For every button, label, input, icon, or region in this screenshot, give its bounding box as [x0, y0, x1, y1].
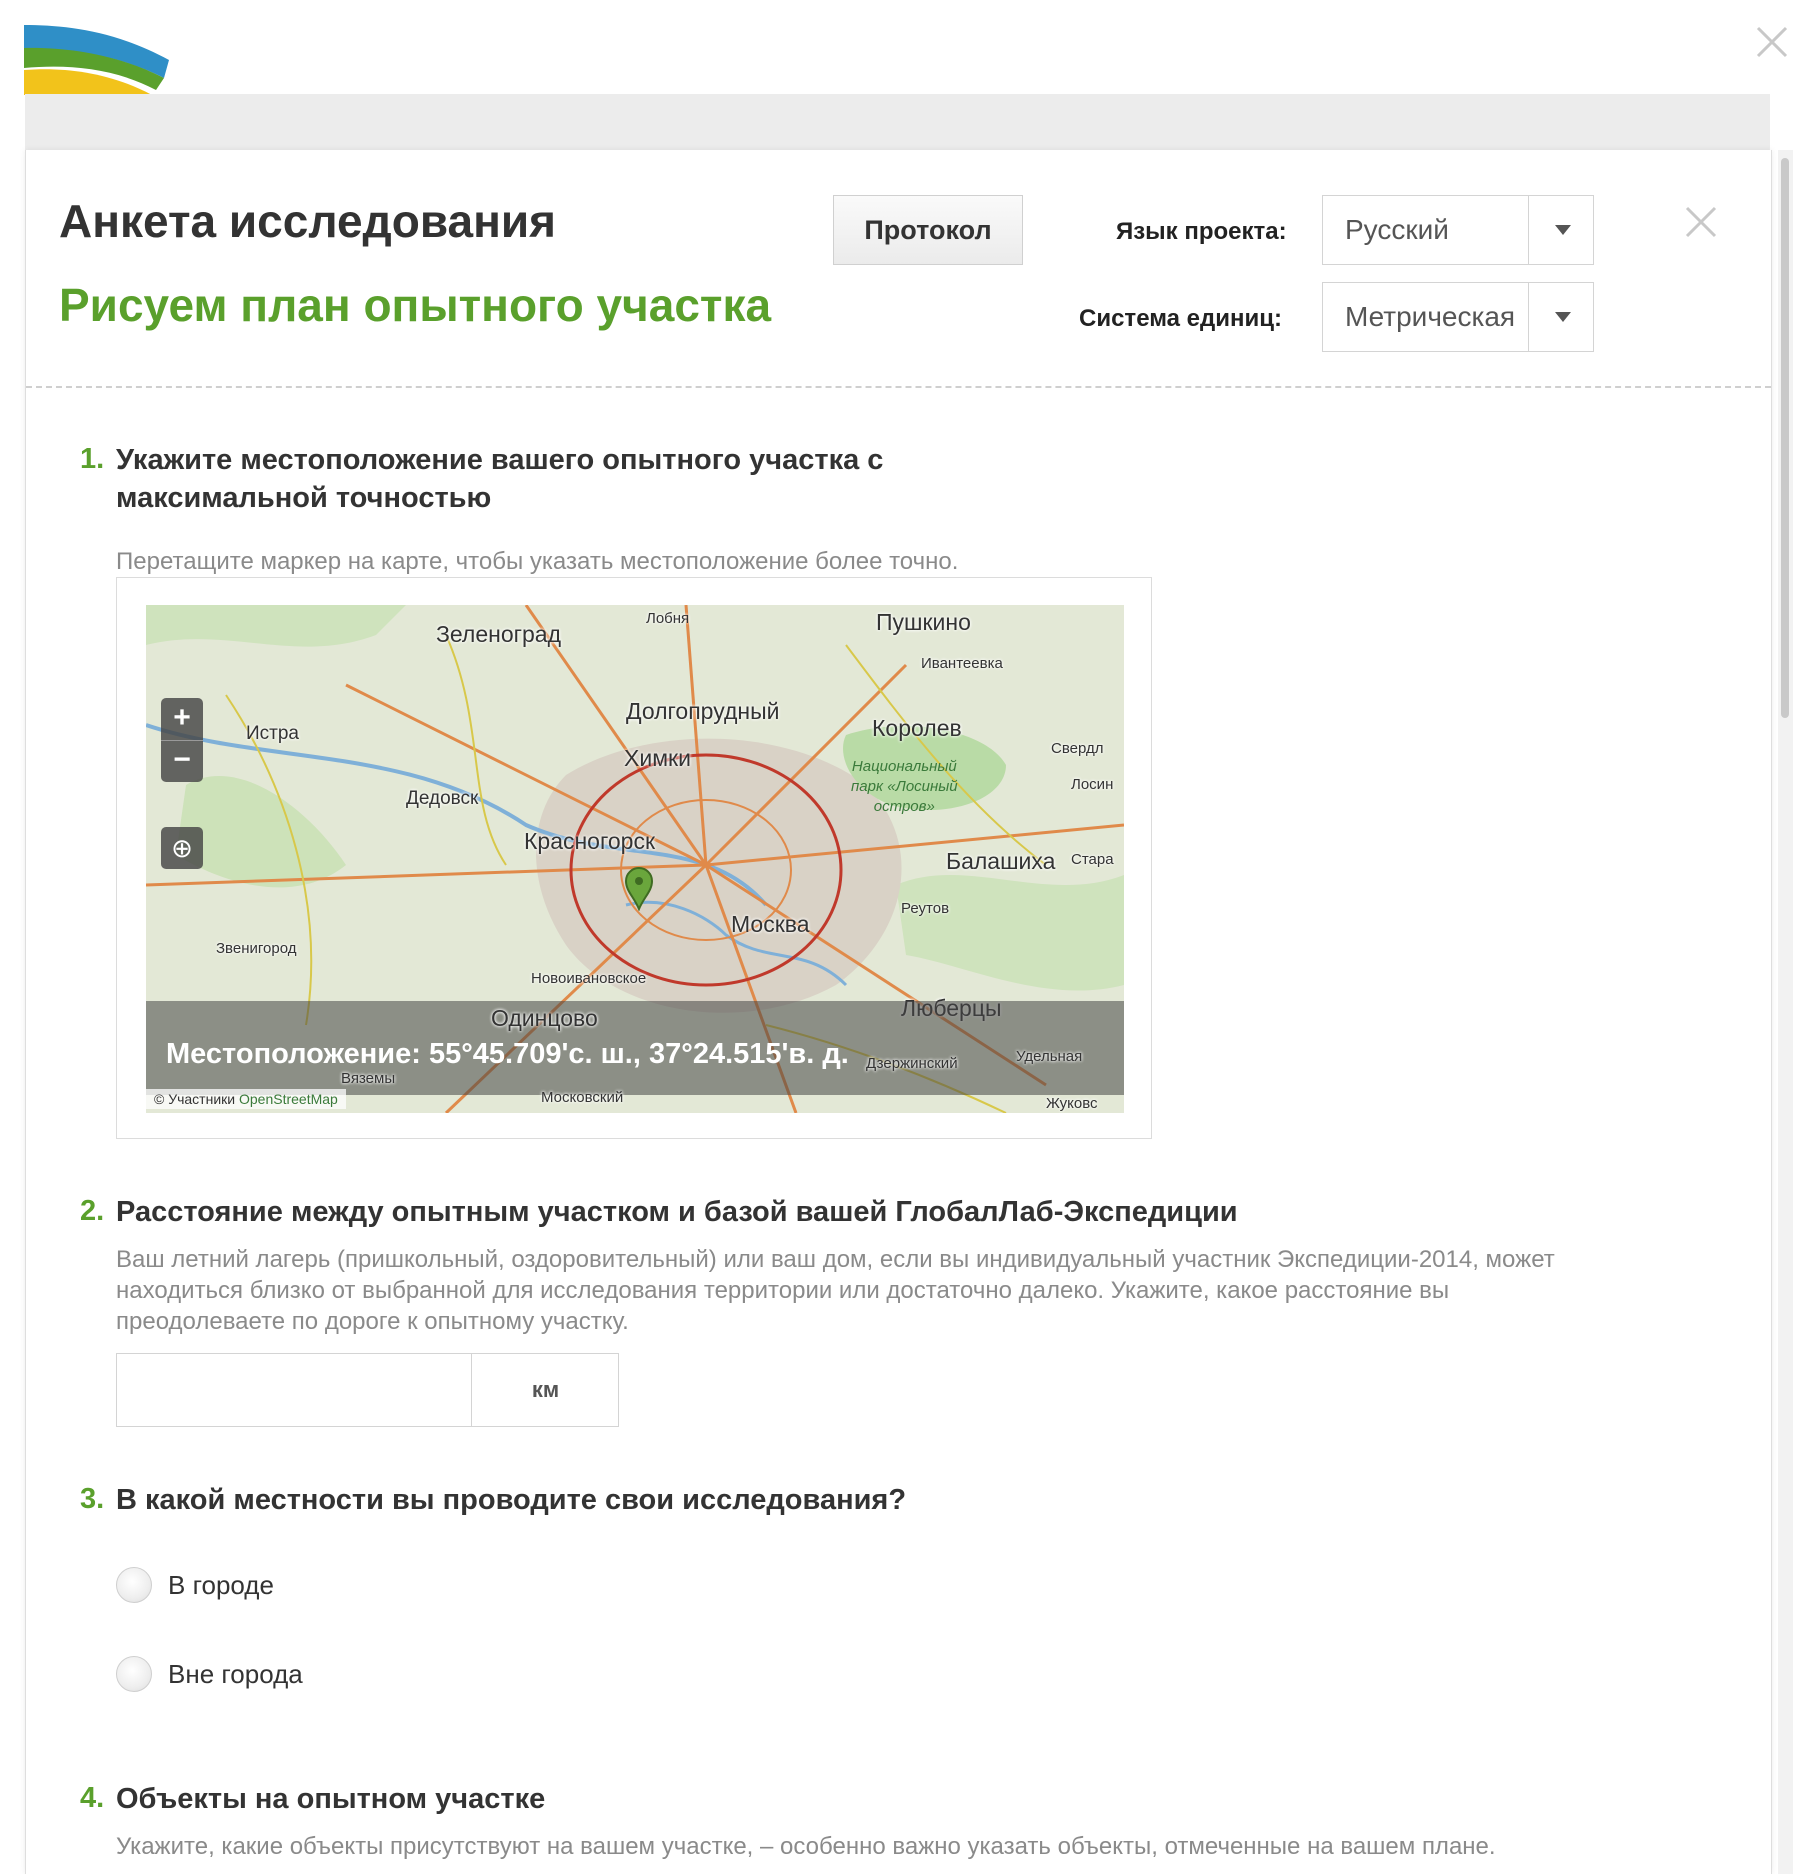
page-subtitle: Рисуем план опытного участка: [59, 279, 772, 331]
radio-button[interactable]: [116, 1656, 152, 1692]
language-dropdown-toggle[interactable]: [1528, 196, 1593, 264]
page-title: Анкета исследования: [59, 195, 556, 247]
map-label-novoivanovskoe: Новоивановское: [531, 970, 647, 987]
map-label-khimki: Химки: [624, 745, 691, 771]
map-label-odintsovo: Одинцово: [491, 1005, 598, 1031]
map-label-lobnya: Лобня: [646, 610, 690, 627]
map-label-istra: Истра: [246, 723, 299, 744]
map-label-stara: Стара: [1071, 851, 1114, 868]
map-marker-icon[interactable]: [624, 867, 654, 912]
question-2-hint-line1: Ваш летний лагерь (пришкольный, оздорови…: [116, 1246, 1555, 1273]
zoom-control: + −: [161, 698, 203, 782]
question-1-text-line1: Укажите местоположение вашего опытного у…: [116, 444, 884, 476]
question-1-text-line2: максимальной точностью: [116, 482, 492, 514]
survey-panel: Анкета исследования Рисуем план опытного…: [25, 150, 1772, 1874]
map-label-dolgoprudny: Долгопрудный: [626, 698, 780, 724]
park-label-line1: Национальный: [851, 758, 957, 775]
question-4-hint: Укажите, какие объекты присутствуют на в…: [116, 1833, 1496, 1860]
park-label-line3: остров»: [873, 798, 935, 815]
zoom-out-button[interactable]: −: [161, 740, 203, 782]
question-1-text: Укажите местоположение вашего опытного у…: [116, 441, 883, 517]
radio-label-city[interactable]: В городе: [168, 1570, 274, 1601]
chevron-down-icon: [1555, 225, 1571, 235]
map-attribution: © Участники OpenStreetMap: [146, 1089, 346, 1109]
distance-field: км: [116, 1353, 619, 1427]
map-label-udelnaya: Удельная: [1016, 1048, 1083, 1065]
map-label-vyazemy: Вяземы: [341, 1070, 396, 1087]
location-coordinates: Местоположение: 55°45.709'с. ш., 37°24.5…: [166, 1038, 849, 1070]
units-label: Система единиц:: [1079, 305, 1283, 332]
scrollbar-thumb[interactable]: [1781, 158, 1789, 718]
map-label-pushkino: Пушкино: [876, 609, 971, 635]
units-dropdown-toggle[interactable]: [1528, 283, 1593, 351]
language-label: Язык проекта:: [1116, 218, 1287, 245]
map-label-sverdl: Свердл: [1051, 740, 1104, 757]
openstreetmap-link[interactable]: OpenStreetMap: [239, 1091, 338, 1107]
zoom-in-button[interactable]: +: [161, 698, 203, 740]
map-label-korolev: Королев: [872, 715, 962, 741]
globallab-logo: [24, 20, 174, 95]
distance-unit: км: [471, 1354, 619, 1426]
map-label-zhukovsky: Жуковс: [1046, 1095, 1098, 1112]
scrollbar[interactable]: [1778, 150, 1793, 1874]
radio-option-outside-city[interactable]: Вне города: [116, 1652, 303, 1696]
radio-button[interactable]: [116, 1567, 152, 1603]
question-1-number: 1.: [80, 443, 105, 475]
location-map[interactable]: Зеленоград Лобня Пушкино Ивантеевка Долг…: [146, 605, 1124, 1113]
map-label-dedovsk: Дедовск: [406, 788, 479, 809]
locate-icon[interactable]: ⊕: [161, 827, 203, 869]
protocol-button[interactable]: Протокол: [833, 195, 1023, 265]
radio-label-outside-city[interactable]: Вне города: [168, 1659, 303, 1690]
attribution-prefix: © Участники: [154, 1091, 236, 1107]
radio-option-city[interactable]: В городе: [116, 1563, 274, 1607]
question-4-number: 4.: [80, 1782, 105, 1814]
map-label-dzerzhinsky: Дзержинский: [866, 1055, 958, 1072]
map-label-reutov: Реутов: [901, 900, 950, 917]
question-3-text: В какой местности вы проводите свои иссл…: [116, 1484, 907, 1516]
map-label-ivanteevka: Ивантеевка: [921, 655, 1003, 672]
chevron-down-icon: [1555, 312, 1571, 322]
map-label-moskovsky: Московский: [541, 1089, 624, 1106]
close-icon[interactable]: [1683, 204, 1719, 240]
map-label-balashikha: Балашиха: [946, 848, 1056, 874]
question-2-number: 2.: [80, 1195, 105, 1227]
map-label-losin: Лосин: [1071, 776, 1114, 793]
toolbar-band: [25, 94, 1770, 151]
zoom-divider: [161, 740, 203, 741]
map-label-krasnogorsk: Красногорск: [524, 828, 656, 854]
map-label-zvenigorod: Звенигород: [216, 940, 297, 957]
question-2-text: Расстояние между опытным участком и базо…: [116, 1196, 1238, 1228]
window-close-icon[interactable]: [1752, 22, 1792, 62]
header-divider: [26, 386, 1771, 388]
language-value: Русский: [1345, 214, 1449, 245]
park-label-line2: парк «Лосиный: [851, 778, 958, 795]
question-2-hint: Ваш летний лагерь (пришкольный, оздорови…: [116, 1244, 1555, 1337]
question-3-number: 3.: [80, 1483, 105, 1515]
question-2-hint-line2: находиться близко от выбранной для иссле…: [116, 1277, 1450, 1304]
map-label-zelenograd: Зеленоград: [436, 621, 562, 647]
map-label-park: Национальный парк «Лосиный остров»: [851, 757, 958, 817]
question-4-text: Объекты на опытном участке: [116, 1783, 546, 1815]
language-select[interactable]: Русский: [1322, 195, 1594, 265]
distance-input[interactable]: [117, 1354, 471, 1426]
map-label-moskva: Москва: [731, 911, 810, 937]
units-select[interactable]: Метрическая: [1322, 282, 1594, 352]
question-2-hint-line3: преодолеваете по дороге к опытному участ…: [116, 1308, 629, 1335]
units-value: Метрическая: [1345, 301, 1516, 332]
question-1-hint: Перетащите маркер на карте, чтобы указат…: [116, 548, 959, 575]
